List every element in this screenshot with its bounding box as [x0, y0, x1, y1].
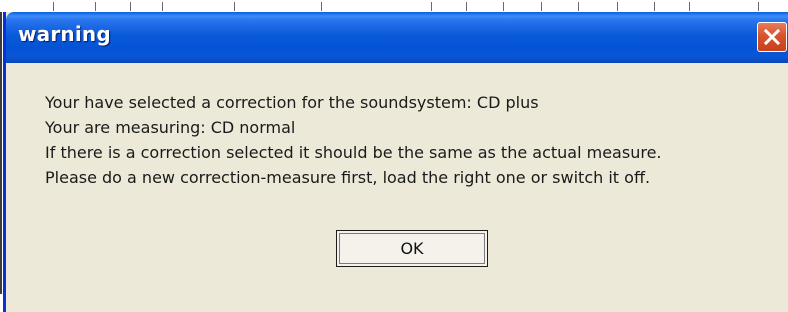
- background-divider: [466, 2, 467, 11]
- background-divider: [95, 2, 96, 11]
- message-line: If there is a correction selected it sho…: [45, 143, 662, 162]
- background-divider: [321, 2, 322, 11]
- dialog-titlebar[interactable]: warning: [6, 12, 788, 63]
- close-button[interactable]: [757, 22, 787, 52]
- background-divider: [654, 2, 655, 11]
- dialog-body: Your have selected a correction for the …: [6, 63, 788, 312]
- message-line: Please do a new correction-measure first…: [45, 168, 651, 187]
- background-divider: [431, 2, 432, 11]
- warning-dialog: warning Your have selected a correction …: [3, 12, 788, 312]
- background-divider: [689, 2, 690, 11]
- background-divider: [617, 2, 618, 11]
- background-window-edge: [0, 12, 2, 294]
- dialog-title: warning: [18, 22, 111, 46]
- background-divider: [162, 2, 163, 11]
- background-divider: [53, 2, 54, 11]
- background-divider: [130, 2, 131, 11]
- message-line: Your are measuring: CD normal: [45, 118, 296, 137]
- background-divider: [503, 2, 504, 11]
- background-divider: [541, 2, 542, 11]
- background-divider: [758, 2, 759, 11]
- background-divider: [578, 2, 579, 11]
- background-divider: [234, 2, 235, 11]
- close-icon: [763, 28, 781, 46]
- ok-button[interactable]: OK: [336, 230, 488, 267]
- message-line: Your have selected a correction for the …: [45, 93, 539, 112]
- background-window-strip: [0, 0, 788, 12]
